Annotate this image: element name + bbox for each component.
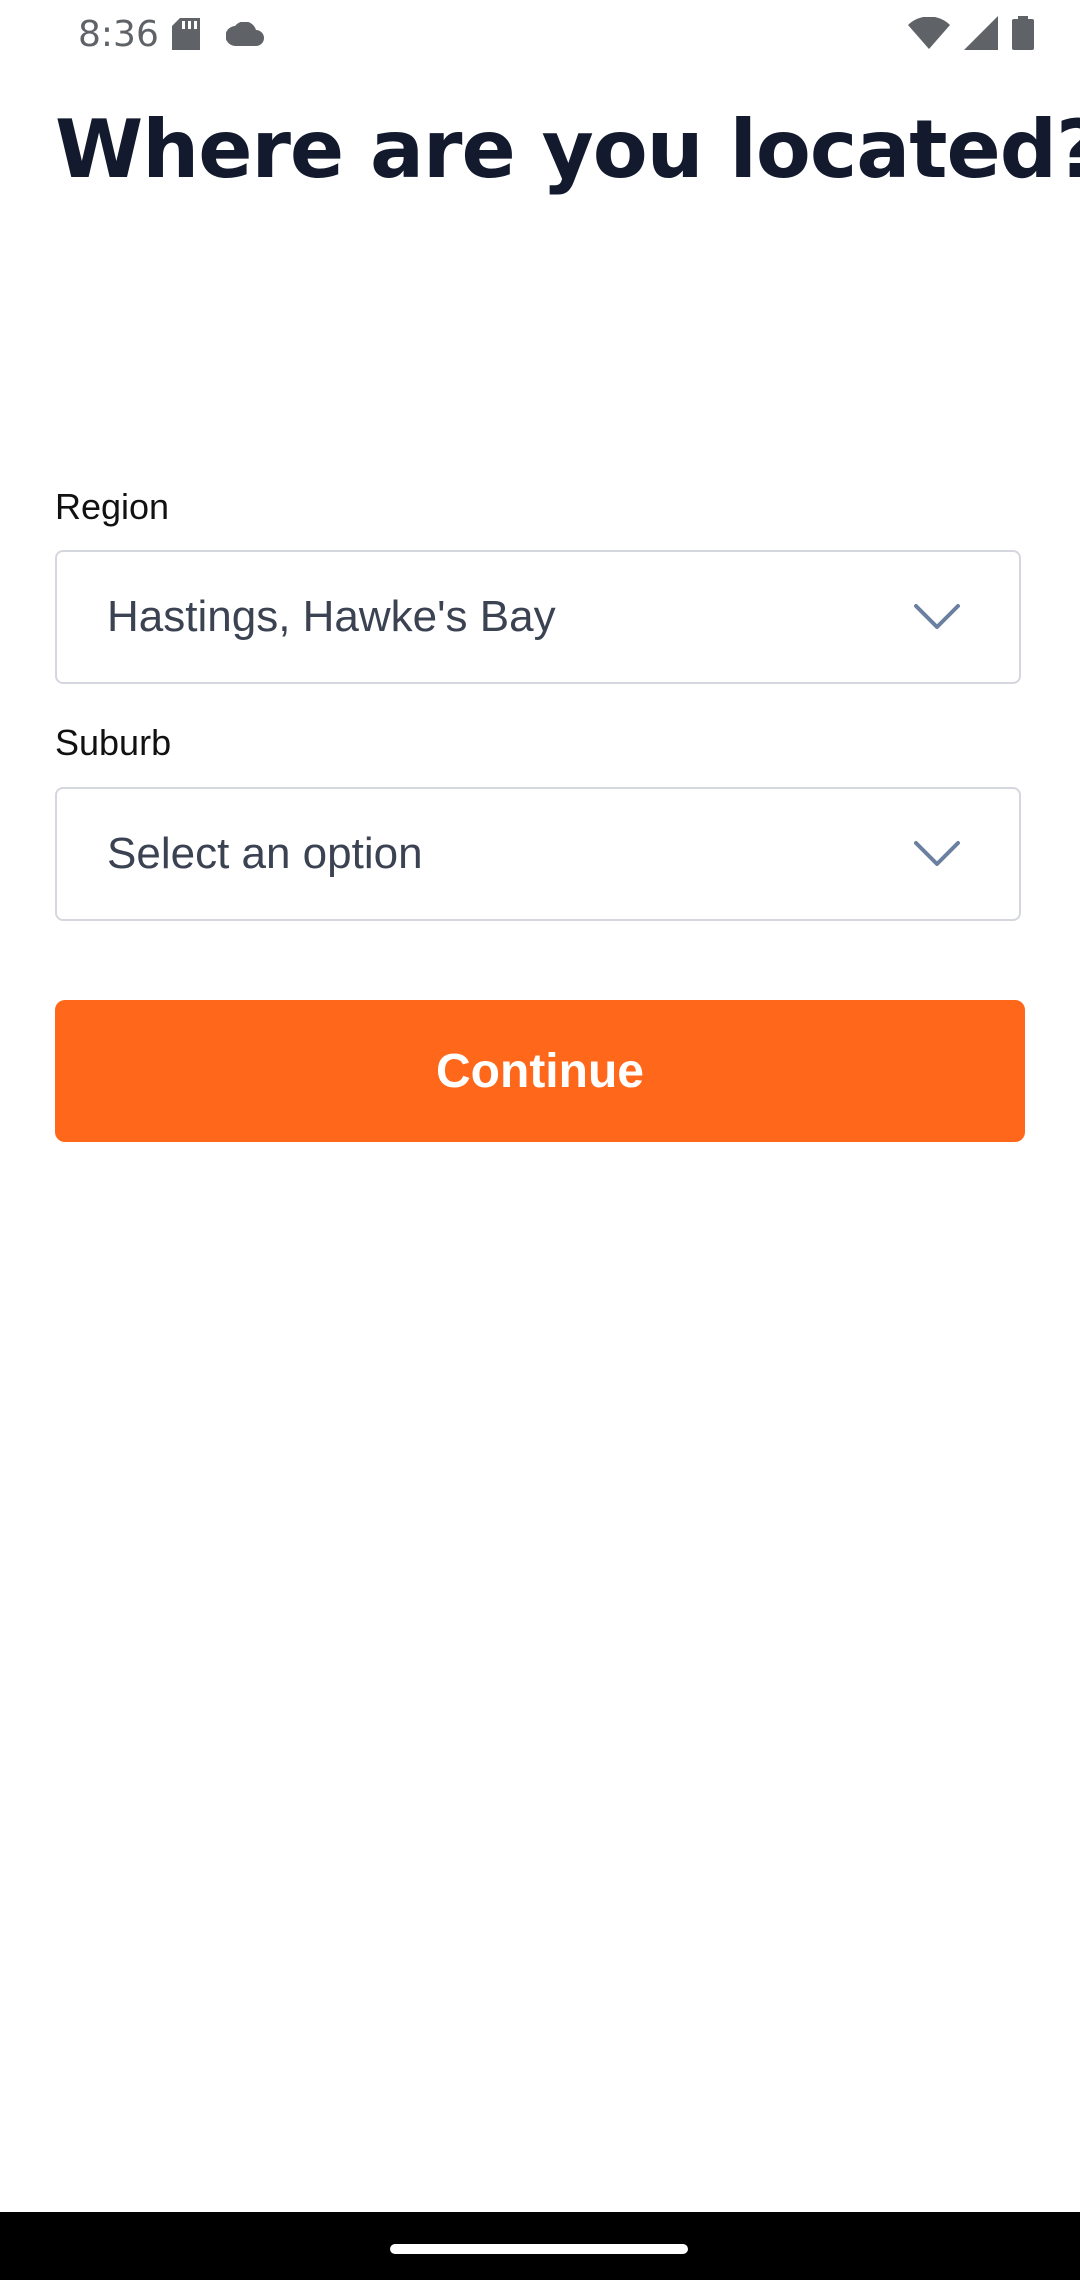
screen: 8:36 Where are you located? Region Hasti… (0, 0, 1080, 2280)
navigation-bar (0, 2212, 1080, 2280)
page-title: Where are you located? (55, 103, 1080, 196)
status-bar: 8:36 (0, 0, 1080, 70)
suburb-select[interactable]: Select an option (55, 787, 1021, 921)
region-label: Region (55, 486, 170, 527)
status-right-icons (908, 16, 1034, 50)
signal-icon (964, 16, 998, 50)
status-time: 8:36 (78, 14, 159, 55)
wifi-icon (908, 17, 950, 49)
sd-card-icon (172, 18, 200, 50)
region-select[interactable]: Hastings, Hawke's Bay (55, 550, 1021, 684)
home-indicator[interactable] (390, 2244, 688, 2254)
continue-button[interactable]: Continue (55, 1000, 1025, 1142)
status-left-icons (172, 18, 264, 50)
chevron-down-icon (914, 604, 960, 629)
suburb-selected-value: Select an option (107, 829, 423, 878)
suburb-label: Suburb (55, 722, 172, 763)
cloud-icon (226, 22, 264, 46)
battery-icon (1012, 16, 1034, 50)
region-selected-value: Hastings, Hawke's Bay (107, 592, 556, 641)
chevron-down-icon (914, 841, 960, 866)
